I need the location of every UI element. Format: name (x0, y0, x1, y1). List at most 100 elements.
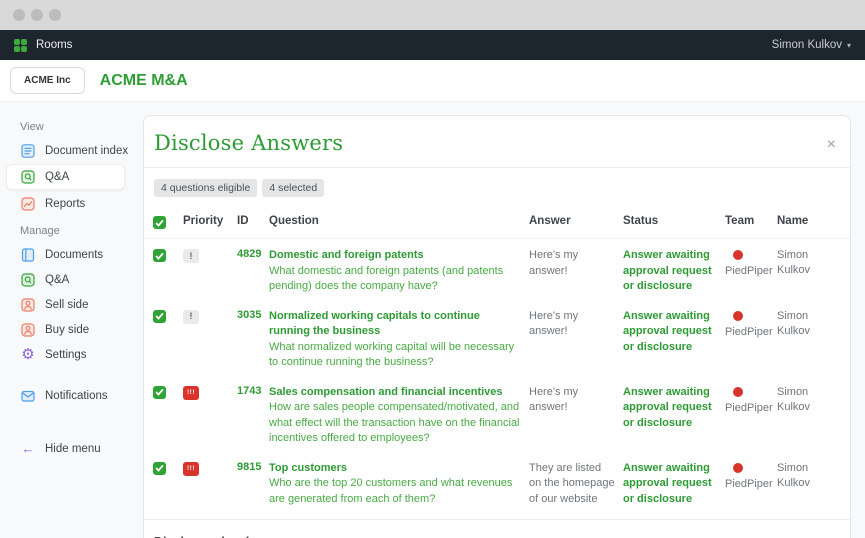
col-header-priority[interactable]: Priority (183, 215, 229, 229)
table-bottom-divider (144, 519, 850, 520)
close-icon[interactable]: × (827, 137, 836, 155)
team-name: PiedPiper (725, 326, 769, 338)
user-menu[interactable]: Simon Kulkov ▾ (772, 39, 851, 51)
summary-badges: 4 questions eligible 4 selected (154, 179, 850, 197)
sidebar: View Document index Q&A Reports Manage (0, 102, 131, 538)
col-header-id[interactable]: ID (237, 215, 261, 229)
answer-text: Here's my answer! (529, 385, 615, 447)
room-title: ACME M&A (100, 72, 188, 90)
team-color-dot (733, 463, 743, 473)
status-text: Answer awaiting approval request or disc… (623, 248, 717, 295)
answer-text: Here's my answer! (529, 248, 615, 295)
sidebar-item-label: Q&A (45, 171, 69, 183)
questions-table: Priority ID Question Answer Status Team … (144, 209, 850, 512)
buy-side-person-icon (20, 322, 36, 338)
selected-count-badge: 4 selected (262, 179, 324, 197)
app-grid-icon[interactable] (14, 39, 27, 52)
table-row: ! 3035 Normalized working capitals to co… (144, 300, 850, 376)
sidebar-item-label: Q&A (45, 274, 69, 286)
priority-badge: ! (183, 249, 199, 263)
col-header-name[interactable]: Name (777, 215, 817, 229)
disclose-answers-panel: Disclose Answers × 4 questions eligible … (143, 115, 851, 538)
page-title: Disclose Answers (154, 131, 343, 155)
sidebar-section-manage: Manage (0, 216, 131, 242)
team-name: PiedPiper (725, 265, 769, 277)
question-id[interactable]: 1743 (237, 385, 261, 447)
content-area: View Document index Q&A Reports Manage (0, 102, 865, 538)
sidebar-item-buy-side[interactable]: Buy side (0, 317, 131, 342)
rooms-nav-label[interactable]: Rooms (36, 39, 72, 51)
window-minimize-icon[interactable] (31, 9, 43, 21)
author-name: Simon Kulkov (777, 385, 817, 447)
team-color-dot (733, 387, 743, 397)
gear-icon: ⚙ (20, 347, 36, 363)
author-name: Simon Kulkov (777, 248, 817, 295)
sidebar-item-label: Settings (45, 349, 87, 361)
answer-text: Here's my answer! (529, 309, 615, 371)
sidebar-item-reports[interactable]: Reports (0, 191, 131, 216)
question-text: How are sales people compensated/motivat… (269, 400, 521, 447)
sidebar-item-qa-manage[interactable]: Q&A (0, 267, 131, 292)
question-id[interactable]: 4829 (237, 248, 261, 295)
sidebar-item-notifications[interactable]: Notifications (0, 383, 131, 408)
sidebar-item-label: Reports (45, 198, 85, 210)
envelope-icon (20, 388, 36, 404)
sidebar-item-document-index[interactable]: Document index (0, 138, 131, 163)
window-close-icon[interactable] (13, 9, 25, 21)
qa-icon (20, 169, 36, 185)
col-header-question[interactable]: Question (269, 215, 521, 229)
answer-text: They are listed on the homepage of our w… (529, 461, 615, 508)
question-id[interactable]: 9815 (237, 461, 261, 508)
sidebar-item-label: Hide menu (45, 443, 101, 455)
priority-badge: !!! (183, 462, 199, 476)
sidebar-section-view: View (0, 112, 131, 138)
table-header-row: Priority ID Question Answer Status Team … (144, 209, 850, 239)
top-navbar: Rooms Simon Kulkov ▾ (0, 30, 865, 60)
chevron-down-icon: ▾ (847, 41, 851, 50)
col-header-answer[interactable]: Answer (529, 215, 615, 229)
question-title[interactable]: Top customers (269, 461, 521, 477)
question-title[interactable]: Sales compensation and financial incenti… (269, 385, 521, 401)
table-row: !!! 1743 Sales compensation and financia… (144, 376, 850, 452)
row-checkbox[interactable] (153, 386, 166, 399)
row-checkbox[interactable] (153, 462, 166, 475)
window-zoom-icon[interactable] (49, 9, 61, 21)
team-color-dot (733, 311, 743, 321)
question-title[interactable]: Normalized working capitals to continue … (269, 309, 521, 340)
sidebar-item-documents[interactable]: Documents (0, 242, 131, 267)
team-color-dot (733, 250, 743, 260)
col-header-team[interactable]: Team (725, 215, 769, 229)
eligible-count-badge: 4 questions eligible (154, 179, 257, 197)
org-badge[interactable]: ACME Inc (10, 67, 85, 94)
question-text: What normalized working capital will be … (269, 340, 521, 371)
documents-icon (20, 247, 36, 263)
document-index-icon (20, 143, 36, 159)
sidebar-item-settings[interactable]: ⚙ Settings (0, 342, 131, 367)
row-checkbox[interactable] (153, 310, 166, 323)
sidebar-item-sell-side[interactable]: Sell side (0, 292, 131, 317)
question-title[interactable]: Domestic and foreign patents (269, 248, 521, 264)
table-row: ! 4829 Domestic and foreign patents What… (144, 239, 850, 300)
reports-icon (20, 196, 36, 212)
status-text: Answer awaiting approval request or disc… (623, 385, 717, 447)
sidebar-item-hide-menu[interactable]: ← Hide menu (0, 436, 131, 461)
question-text: What domestic and foreign patents (and p… (269, 264, 521, 295)
room-header: ACME Inc ACME M&A (0, 60, 865, 102)
window-titlebar (0, 0, 865, 30)
team-name: PiedPiper (725, 478, 769, 490)
priority-badge: !!! (183, 386, 199, 400)
question-text: Who are the top 20 customers and what re… (269, 476, 521, 507)
row-checkbox[interactable] (153, 249, 166, 262)
team-name: PiedPiper (725, 402, 769, 414)
status-text: Answer awaiting approval request or disc… (623, 309, 717, 371)
col-header-status[interactable]: Status (623, 215, 717, 229)
user-name-label: Simon Kulkov (772, 39, 842, 51)
sidebar-item-label: Documents (45, 249, 103, 261)
question-id[interactable]: 3035 (237, 309, 261, 371)
sell-side-person-icon (20, 297, 36, 313)
sidebar-item-label: Document index (45, 145, 128, 157)
priority-badge: ! (183, 310, 199, 324)
select-all-checkbox[interactable] (153, 216, 166, 229)
sidebar-item-qa-view[interactable]: Q&A (6, 164, 125, 190)
title-divider (144, 167, 850, 168)
